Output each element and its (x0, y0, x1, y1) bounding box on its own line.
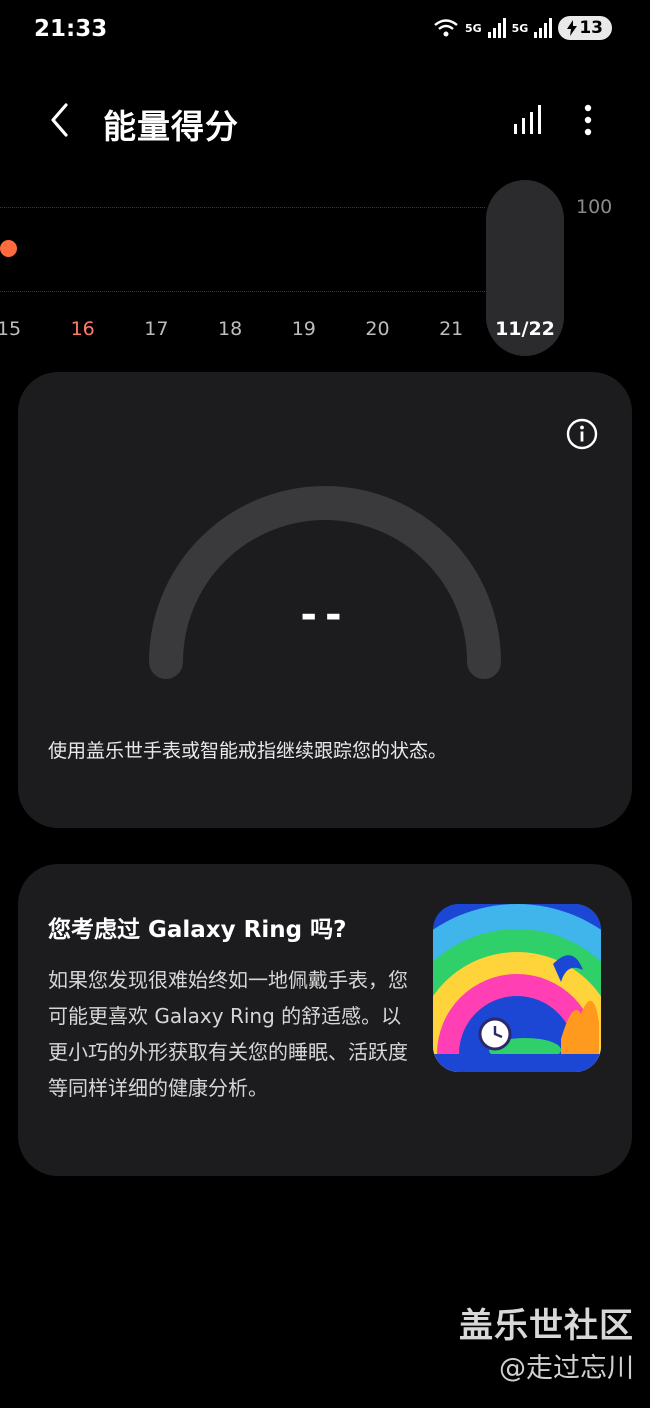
watermark-title: 盖乐世社区 (459, 1306, 634, 1346)
day-label[interactable]: 17 (144, 318, 168, 340)
data-point-dot (0, 240, 17, 257)
day-label[interactable]: 11/22 (495, 318, 555, 340)
signal-5g-label-2: 5G (511, 21, 529, 35)
day-label[interactable]: 21 (439, 318, 463, 340)
promo-body: 如果您发现很难始终如一地佩戴手表，您可能更喜欢 Galaxy Ring 的舒适感… (48, 968, 408, 1100)
signal-5g-label-1: 5G (464, 21, 482, 35)
wifi-icon (434, 19, 458, 37)
score-value: -- (300, 592, 350, 638)
rainbow-illustration-icon (433, 904, 601, 1072)
score-note: 使用盖乐世手表或智能戒指继续跟踪您的状态。 (48, 740, 448, 762)
y-max-label: 100 (576, 196, 613, 218)
energy-score-card: -- 使用盖乐世手表或智能戒指继续跟踪您的状态。 (18, 372, 632, 828)
score-trend-chart: 100 15 16 17 18 19 20 21 11/22 (0, 176, 650, 366)
day-label[interactable]: 16 (71, 318, 95, 340)
day-label[interactable]: 15 (0, 318, 21, 340)
info-button[interactable] (566, 418, 598, 450)
charging-bolt-icon (567, 20, 578, 36)
watermark-author: @走过忘川 (499, 1353, 634, 1384)
signal-icon (487, 18, 506, 38)
grid-line-top (0, 207, 485, 208)
bar-chart-icon (514, 105, 541, 134)
chevron-left-icon (51, 103, 68, 137)
day-label[interactable]: 20 (365, 318, 389, 340)
chart-view-button[interactable] (510, 102, 546, 138)
day-label[interactable]: 18 (218, 318, 242, 340)
battery-indicator: 13 (558, 16, 612, 40)
galaxy-ring-promo-card[interactable]: 您考虑过 Galaxy Ring 吗? 如果您发现很难始终如一地佩戴手表，您可能… (18, 864, 632, 1176)
status-bar: 21:33 5G 5G 13 (0, 0, 650, 62)
battery-level: 13 (579, 18, 603, 38)
app-header: 能量得分 (0, 90, 650, 154)
more-vertical-icon (584, 104, 592, 136)
status-time: 21:33 (34, 16, 108, 42)
signal-icon-2 (534, 18, 553, 38)
info-icon (566, 418, 598, 450)
score-gauge (149, 486, 501, 679)
grid-line-bottom (0, 291, 485, 292)
page-title: 能量得分 (103, 107, 239, 146)
status-icons: 5G 5G 13 (433, 16, 612, 40)
day-label[interactable]: 19 (292, 318, 316, 340)
galaxy-ring-illustration[interactable] (433, 904, 601, 1072)
more-options-button[interactable] (574, 102, 602, 138)
promo-title: 您考虑过 Galaxy Ring 吗? (48, 917, 347, 943)
back-button[interactable] (40, 100, 80, 140)
